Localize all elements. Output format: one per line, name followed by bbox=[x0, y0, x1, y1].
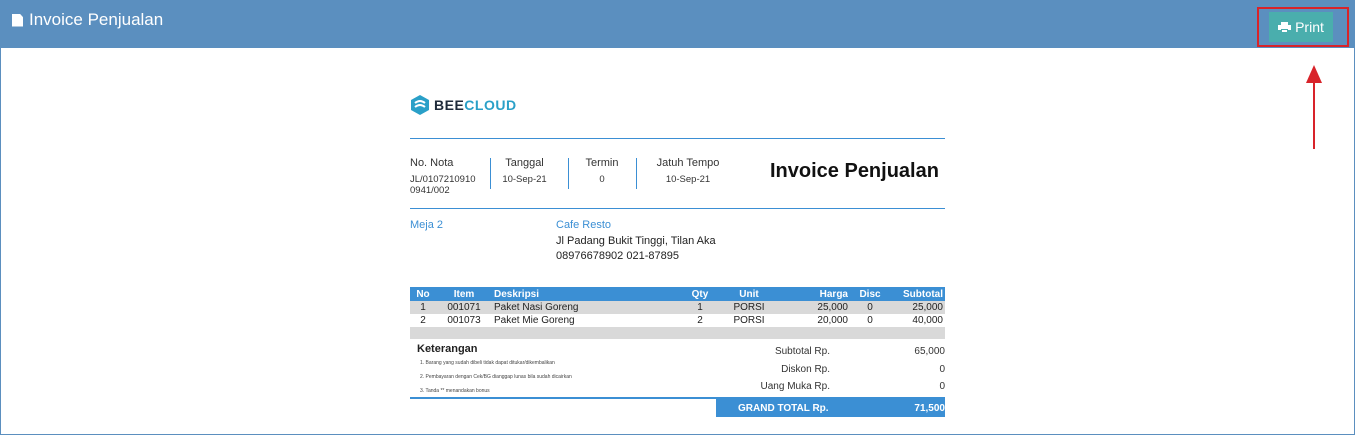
table-row: 2 001073 Paket Mie Goreng 2 PORSI 20,000… bbox=[420, 315, 943, 326]
window-header: Invoice Penjualan bbox=[1, 1, 1354, 48]
beecloud-logo: BEECLOUD bbox=[410, 94, 517, 116]
table-header-row: No Item Deskripsi Qty Unit Harga Disc Su… bbox=[410, 287, 945, 301]
meta-separator bbox=[568, 158, 569, 189]
document-icon bbox=[12, 13, 23, 27]
window-title: Invoice Penjualan bbox=[12, 10, 163, 30]
uang-muka-label: Uang Muka Rp. bbox=[760, 381, 830, 392]
invoice-window: Invoice Penjualan Print BEECLOUD No. Not… bbox=[0, 0, 1355, 435]
print-button-label: Print bbox=[1295, 19, 1324, 35]
beecloud-logo-icon bbox=[411, 95, 429, 115]
grand-total-bar: GRAND TOTAL Rp. 71,500 bbox=[716, 399, 945, 417]
termin: Termin 0 bbox=[585, 157, 619, 185]
no-nota: No. Nota JL/0107210910 0941/002 bbox=[410, 157, 476, 196]
printer-icon bbox=[1278, 21, 1292, 33]
jatuh-tempo: Jatuh Tempo 10-Sep-21 bbox=[656, 157, 720, 185]
seller-address: Jl Padang Bukit Tinggi, Tilan Aka bbox=[556, 235, 716, 247]
subtotal-label: Subtotal Rp. bbox=[774, 346, 830, 357]
logo-text: BEECLOUD bbox=[434, 97, 517, 113]
note-line: 2. Pembayaran dengan Cek/BG dianggap lun… bbox=[420, 374, 572, 380]
table-row: 1 001071 Paket Nasi Goreng 1 PORSI 25,00… bbox=[410, 301, 945, 314]
print-highlight-box: Print bbox=[1257, 7, 1349, 47]
annotation-arrow-line bbox=[1313, 81, 1315, 149]
meta-separator bbox=[636, 158, 637, 189]
table-spacer-row bbox=[410, 327, 945, 339]
subtotal-value: 65,000 bbox=[914, 346, 945, 357]
grand-total-value: 71,500 bbox=[914, 403, 945, 414]
divider bbox=[410, 138, 945, 139]
seller-phone: 08976678902 021-87895 bbox=[556, 250, 679, 262]
window-title-text: Invoice Penjualan bbox=[29, 10, 164, 29]
seller-name: Cafe Resto bbox=[556, 219, 612, 231]
diskon-label: Diskon Rp. bbox=[781, 364, 830, 375]
note-line: 1. Barang yang sudah dibeli tidak dapat … bbox=[420, 360, 555, 366]
meta-separator bbox=[490, 158, 491, 189]
diskon-value: 0 bbox=[939, 364, 945, 375]
notes-title: Keterangan bbox=[417, 343, 478, 355]
grand-total-label: GRAND TOTAL Rp. bbox=[738, 403, 829, 414]
uang-muka-value: 0 bbox=[939, 381, 945, 392]
divider bbox=[410, 208, 945, 209]
tanggal: Tanggal 10-Sep-21 bbox=[502, 157, 547, 185]
items-table: No Item Deskripsi Qty Unit Harga Disc Su… bbox=[410, 287, 945, 339]
invoice-title: Invoice Penjualan bbox=[770, 160, 939, 182]
print-button[interactable]: Print bbox=[1269, 12, 1333, 42]
customer-name: Meja 2 bbox=[410, 219, 444, 231]
note-line: 3. Tanda ** menandakan bonus bbox=[420, 388, 490, 394]
